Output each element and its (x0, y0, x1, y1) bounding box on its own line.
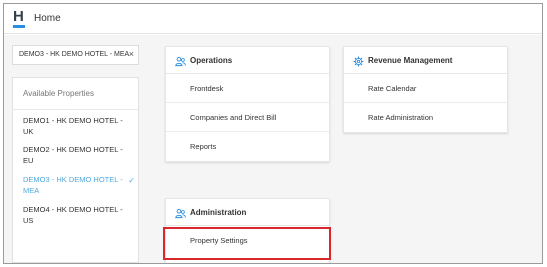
app-window: H Home DEMO3 - HK DEMO HOTEL - MEA × Ava… (3, 3, 543, 264)
menu-item-label: Reports (190, 142, 217, 151)
selected-property: DEMO3 - HK DEMO HOTEL - MEA (19, 51, 130, 58)
menu-item-frontdesk[interactable]: Frontdesk (166, 74, 329, 103)
operations-card: Operations Frontdesk Companies and Direc… (165, 46, 330, 162)
revenue-management-title: Revenue Management (368, 56, 453, 65)
users-icon (175, 209, 186, 219)
menu-item-rate-calendar[interactable]: Rate Calendar (344, 74, 507, 103)
revenue-management-header: Revenue Management (344, 47, 507, 74)
property-item-demo3[interactable]: DEMO3 - HK DEMO HOTEL - MEA ✓ (23, 175, 135, 196)
menu-item-reports[interactable]: Reports (166, 132, 329, 161)
logo-letter: H (13, 8, 24, 25)
property-item-demo4[interactable]: DEMO4 - HK DEMO HOTEL - US (23, 205, 135, 226)
menu-item-rate-administration[interactable]: Rate Administration (344, 103, 507, 132)
property-label: DEMO2 - HK DEMO HOTEL - EU (23, 145, 123, 165)
menu-item-companies-direct-bill[interactable]: Companies and Direct Bill (166, 103, 329, 132)
administration-header: Administration (166, 199, 329, 226)
available-properties-panel: Available Properties DEMO1 - HK DEMO HOT… (12, 77, 139, 263)
users-icon (175, 57, 186, 67)
property-label: DEMO1 - HK DEMO HOTEL - UK (23, 116, 123, 136)
gear-icon (353, 56, 364, 67)
menu-item-label: Rate Calendar (368, 84, 417, 93)
administration-title: Administration (190, 208, 247, 217)
menu-item-label: Rate Administration (368, 113, 434, 122)
hotel-logo[interactable]: H (13, 8, 26, 28)
clear-icon[interactable]: × (129, 49, 134, 59)
logo-bar (13, 25, 25, 28)
property-item-demo2[interactable]: DEMO2 - HK DEMO HOTEL - EU (23, 145, 135, 166)
home-page: DEMO3 - HK DEMO HOTEL - MEA × Available … (4, 35, 542, 263)
menu-item-label: Companies and Direct Bill (190, 113, 277, 122)
property-selector[interactable]: DEMO3 - HK DEMO HOTEL - MEA × (12, 45, 139, 65)
highlight-box (163, 227, 331, 260)
operations-title: Operations (190, 56, 233, 65)
check-icon: ✓ (128, 176, 135, 185)
revenue-management-card: Revenue Management Rate Calendar Rate Ad… (343, 46, 508, 133)
available-properties-heading: Available Properties (23, 89, 95, 98)
page-title: Home (34, 13, 61, 24)
property-label: DEMO3 - HK DEMO HOTEL - MEA (23, 175, 123, 195)
top-bar: H Home (4, 4, 542, 34)
operations-header: Operations (166, 47, 329, 74)
menu-item-label: Frontdesk (190, 84, 224, 93)
property-label: DEMO4 - HK DEMO HOTEL - US (23, 205, 123, 225)
divider (13, 109, 138, 110)
property-item-demo1[interactable]: DEMO1 - HK DEMO HOTEL - UK (23, 116, 135, 137)
